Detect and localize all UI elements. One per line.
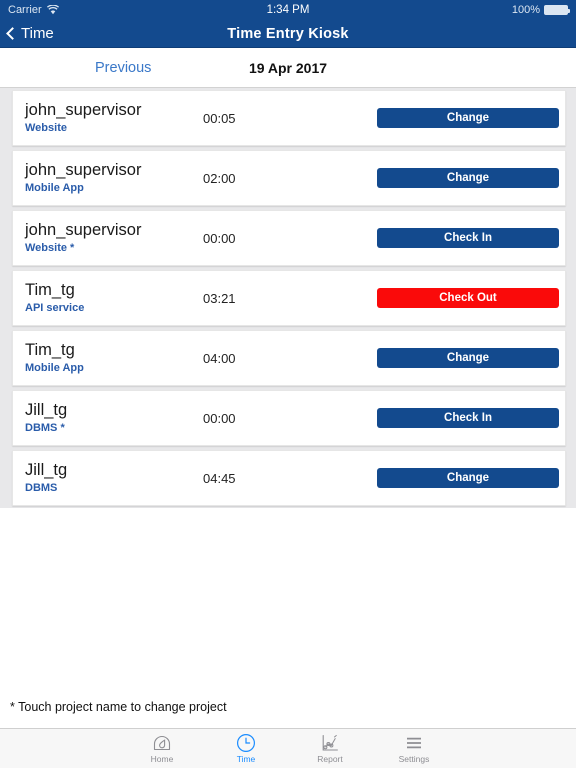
status-bar-right: 100% (511, 4, 570, 16)
entry-user-cell: Jill_tg DBMS (13, 462, 203, 494)
app-root: Carrier 1:34 PM 100% Time Time Entry Kio… (0, 0, 576, 768)
page-title: Time Entry Kiosk (227, 25, 349, 42)
entry-username: john_supervisor (25, 161, 142, 180)
table-row: Jill_tg DBMS * 00:00 Check In (12, 390, 566, 446)
tab-label: Settings (398, 754, 430, 764)
navigation-bar: Time Time Entry Kiosk (0, 20, 576, 48)
entry-duration: 00:00 (203, 230, 236, 246)
tab-label: Time (236, 754, 256, 764)
entry-project-link[interactable]: Mobile App (25, 182, 203, 194)
entry-duration: 03:21 (203, 290, 236, 306)
table-row: john_supervisor Mobile App 02:00 Change (12, 150, 566, 206)
entry-user-cell: Tim_tg API service (13, 282, 203, 314)
carrier-label: Carrier (8, 4, 42, 16)
entry-action-cell: Check Out (377, 288, 565, 308)
table-row: john_supervisor Website * 00:00 Check In (12, 210, 566, 266)
tab-report[interactable]: Report (288, 729, 372, 768)
entry-project-link[interactable]: Website (25, 122, 203, 134)
entry-username: john_supervisor (25, 101, 142, 120)
entry-action-cell: Change (377, 168, 565, 188)
entry-user-cell: john_supervisor Mobile App (13, 162, 203, 194)
entry-duration: 02:00 (203, 170, 236, 186)
entry-action-button[interactable]: Change (377, 168, 559, 188)
entry-duration: 00:05 (203, 110, 236, 126)
entry-user-cell: john_supervisor Website (13, 102, 203, 134)
entry-username: john_supervisor (25, 221, 142, 240)
table-row: Jill_tg DBMS 04:45 Change (12, 450, 566, 506)
tab-settings[interactable]: Settings (372, 729, 456, 768)
entry-action-cell: Check In (377, 228, 565, 248)
date-sub-header: Previous 19 Apr 2017 (0, 48, 576, 88)
footnote: * Touch project name to change project (0, 700, 576, 728)
entry-project-link[interactable]: DBMS (25, 482, 203, 494)
entry-user-cell: Jill_tg DBMS * (13, 402, 203, 434)
entry-duration: 04:00 (203, 350, 236, 366)
entry-project-link[interactable]: DBMS * (25, 422, 203, 434)
entry-action-cell: Change (377, 108, 565, 128)
wifi-icon (46, 4, 59, 15)
entry-action-button[interactable]: Check In (377, 408, 559, 428)
entry-action-button[interactable]: Change (377, 108, 559, 128)
battery-icon (544, 5, 570, 15)
entry-username: Jill_tg (25, 461, 68, 480)
status-bar: Carrier 1:34 PM 100% (0, 0, 576, 20)
entry-action-button[interactable]: Change (377, 348, 559, 368)
tab-label: Home (150, 754, 174, 764)
entry-project-link[interactable]: Mobile App (25, 362, 203, 374)
entry-username: Tim_tg (25, 281, 75, 300)
entry-action-button[interactable]: Check Out (377, 288, 559, 308)
entry-user-cell: john_supervisor Website * (13, 222, 203, 254)
tab-label: Report (317, 754, 343, 764)
current-date-label: 19 Apr 2017 (248, 59, 328, 76)
entry-action-button[interactable]: Check In (377, 228, 559, 248)
tab-bar: Home Time Report Settings (0, 728, 576, 768)
tab-time[interactable]: Time (204, 729, 288, 768)
entry-project-link[interactable]: API service (25, 302, 203, 314)
entry-project-link[interactable]: Website * (25, 242, 203, 254)
entry-user-cell: Tim_tg Mobile App (13, 342, 203, 374)
chart-icon (320, 733, 340, 753)
entry-duration: 04:45 (203, 470, 236, 486)
battery-percent-label: 100% (511, 4, 540, 16)
hamburger-icon (404, 733, 424, 753)
time-entry-list-container: john_supervisor Website 00:05 Change john_su… (0, 88, 576, 700)
entry-action-cell: Change (377, 468, 565, 488)
time-entry-list: john_supervisor Website 00:05 Change john_su… (0, 88, 576, 508)
table-row: Tim_tg Mobile App 04:00 Change (12, 330, 566, 386)
entry-action-button[interactable]: Change (377, 468, 559, 488)
gauge-icon (152, 733, 172, 753)
entry-action-cell: Check In (377, 408, 565, 428)
status-bar-clock: 1:34 PM (266, 4, 310, 16)
tab-home[interactable]: Home (120, 729, 204, 768)
entry-username: Jill_tg (25, 401, 68, 420)
entry-username: Tim_tg (25, 341, 75, 360)
entry-duration: 00:00 (203, 410, 236, 426)
clock-icon (236, 733, 256, 753)
table-row: Tim_tg API service 03:21 Check Out (12, 270, 566, 326)
entry-action-cell: Change (377, 348, 565, 368)
table-row: john_supervisor Website 00:05 Change (12, 90, 566, 146)
status-bar-left: Carrier (8, 4, 59, 16)
